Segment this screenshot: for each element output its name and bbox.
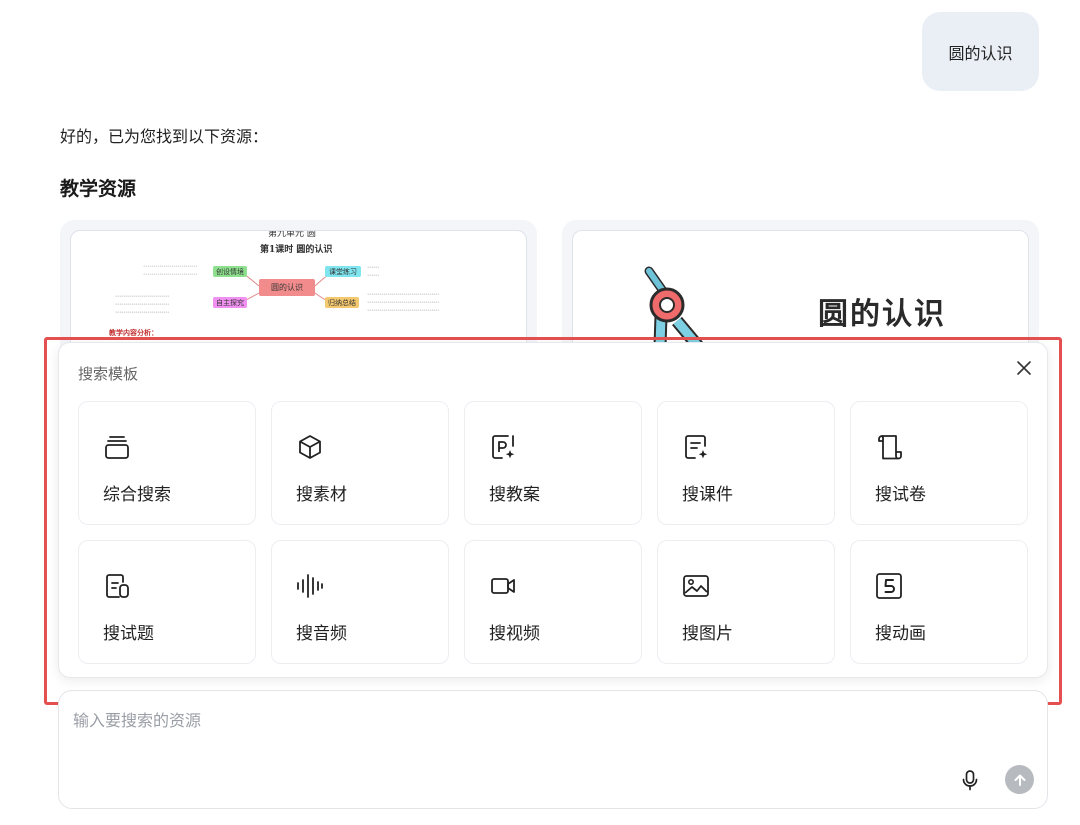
mindmap-center-node: 圆的认识	[259, 279, 315, 296]
close-button[interactable]	[1011, 355, 1037, 381]
template-label: 搜教案	[489, 485, 540, 505]
template-label: 搜视频	[489, 624, 540, 644]
voice-input-button[interactable]	[958, 767, 982, 793]
template-search-materials[interactable]: 搜素材	[271, 401, 449, 525]
template-label: 搜课件	[682, 485, 733, 505]
template-search-test-papers[interactable]: 搜试卷	[850, 401, 1028, 525]
template-search-images[interactable]: 搜图片	[657, 540, 835, 664]
template-search-animations[interactable]: 搜动画	[850, 540, 1028, 664]
template-label: 搜试题	[103, 624, 154, 644]
video-camera-icon	[491, 578, 515, 594]
template-search-video[interactable]: 搜视频	[464, 540, 642, 664]
template-label: 搜音频	[296, 624, 347, 644]
lesson-plan-icon	[492, 435, 515, 459]
mindmap-note: ⋯⋯⋯⋯⋯⋯⋯⋯⋯⋯⋯⋯ ⋯⋯⋯⋯⋯⋯⋯⋯⋯⋯⋯⋯ ⋯⋯⋯⋯⋯⋯⋯⋯⋯⋯⋯⋯	[367, 291, 439, 314]
mindmap-node: 课堂练习	[325, 266, 361, 277]
template-comprehensive-search[interactable]: 综合搜索	[78, 401, 256, 525]
html5-icon	[876, 573, 902, 599]
template-search-lesson-plans[interactable]: 搜教案	[464, 401, 642, 525]
image-icon	[683, 575, 709, 597]
template-grid: 综合搜索 搜素材 搜教案 搜课件 搜试卷 搜试题 搜音频 搜视频 搜图片 搜动画	[78, 401, 1029, 664]
template-label: 搜动画	[875, 624, 926, 644]
mindmap-node: 自主探究	[213, 297, 247, 308]
template-search-audio[interactable]: 搜音频	[271, 540, 449, 664]
audio-wave-icon	[297, 574, 323, 598]
user-message-bubble: 圆的认识	[922, 12, 1039, 91]
search-input[interactable]	[73, 707, 873, 733]
mindmap-note: ⋯⋯ ⋯⋯	[367, 264, 379, 279]
courseware-title: 圆的认识	[818, 297, 946, 332]
scroll-icon	[878, 435, 902, 460]
mindmap-node: 归纳总结	[325, 297, 359, 308]
layers-icon	[105, 436, 129, 459]
template-search-questions[interactable]: 搜试题	[78, 540, 256, 664]
cube-icon	[299, 435, 321, 459]
template-search-courseware[interactable]: 搜课件	[657, 401, 835, 525]
courseware-icon	[685, 435, 708, 459]
question-icon	[106, 574, 129, 598]
send-button[interactable]	[1005, 765, 1034, 794]
template-label: 搜图片	[682, 624, 733, 644]
close-icon	[1017, 361, 1031, 375]
search-template-panel: 搜索模板 综合搜索 搜素材 搜教案 搜课件 搜试卷 搜试题 搜音频 搜视频 搜图…	[58, 342, 1048, 678]
mindmap-note: ⋯⋯⋯⋯⋯⋯⋯⋯⋯ ⋯⋯⋯⋯⋯⋯⋯⋯⋯	[143, 263, 197, 278]
microphone-icon	[962, 770, 978, 791]
mindmap-node: 创设情境	[213, 266, 247, 277]
assistant-reply-text: 好的，已为您找到以下资源：	[60, 127, 269, 146]
mindmap-note: ⋯⋯⋯⋯⋯⋯⋯⋯⋯ ⋯⋯⋯⋯⋯⋯⋯⋯⋯ ⋯⋯⋯⋯⋯⋯⋯⋯⋯	[115, 293, 169, 316]
arrow-up-icon	[1014, 774, 1025, 786]
template-label: 搜素材	[296, 485, 347, 505]
search-input-box	[58, 690, 1048, 809]
panel-title: 搜索模板	[78, 365, 139, 383]
section-title: 教学资源	[60, 178, 137, 200]
template-label: 综合搜索	[103, 485, 171, 505]
user-message-text: 圆的认识	[948, 43, 1013, 63]
template-label: 搜试卷	[875, 485, 926, 505]
